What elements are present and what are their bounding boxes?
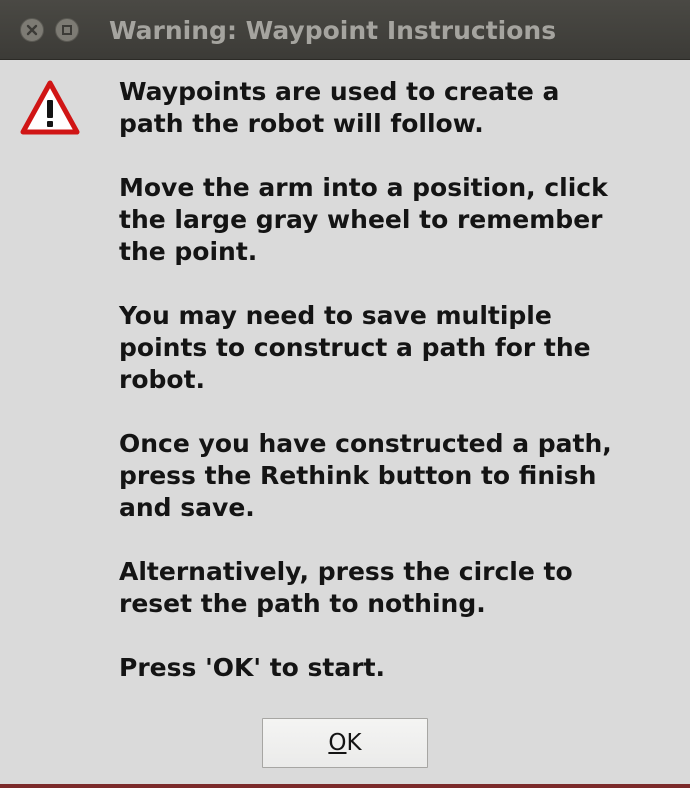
window-title: Warning: Waypoint Instructions [109, 16, 557, 45]
message-paragraph-4: Once you have constructed a path, press … [119, 429, 612, 522]
window-bottom-edge [0, 784, 690, 788]
title-bar[interactable]: Warning: Waypoint Instructions [0, 0, 690, 60]
close-button[interactable] [20, 18, 44, 42]
maximize-icon [62, 25, 72, 35]
warning-message: Waypoints are used to create a path the … [119, 76, 685, 684]
close-icon [26, 24, 38, 36]
message-paragraph-6: Press 'OK' to start. [119, 653, 386, 682]
maximize-button[interactable] [55, 18, 79, 42]
ok-button[interactable]: OK [262, 718, 428, 768]
message-paragraph-1: Waypoints are used to create a path the … [119, 77, 560, 138]
message-paragraph-5: Alternatively, press the circle to reset… [119, 557, 573, 618]
message-paragraph-3: You may need to save multiple points to … [119, 301, 591, 394]
ok-button-label: K [346, 730, 362, 756]
warning-icon [20, 80, 80, 135]
dialog-window: Warning: Waypoint Instructions Waypoints… [0, 0, 690, 788]
message-paragraph-2: Move the arm into a position, click the … [119, 173, 608, 266]
ok-button-mnemonic: O [328, 730, 347, 756]
